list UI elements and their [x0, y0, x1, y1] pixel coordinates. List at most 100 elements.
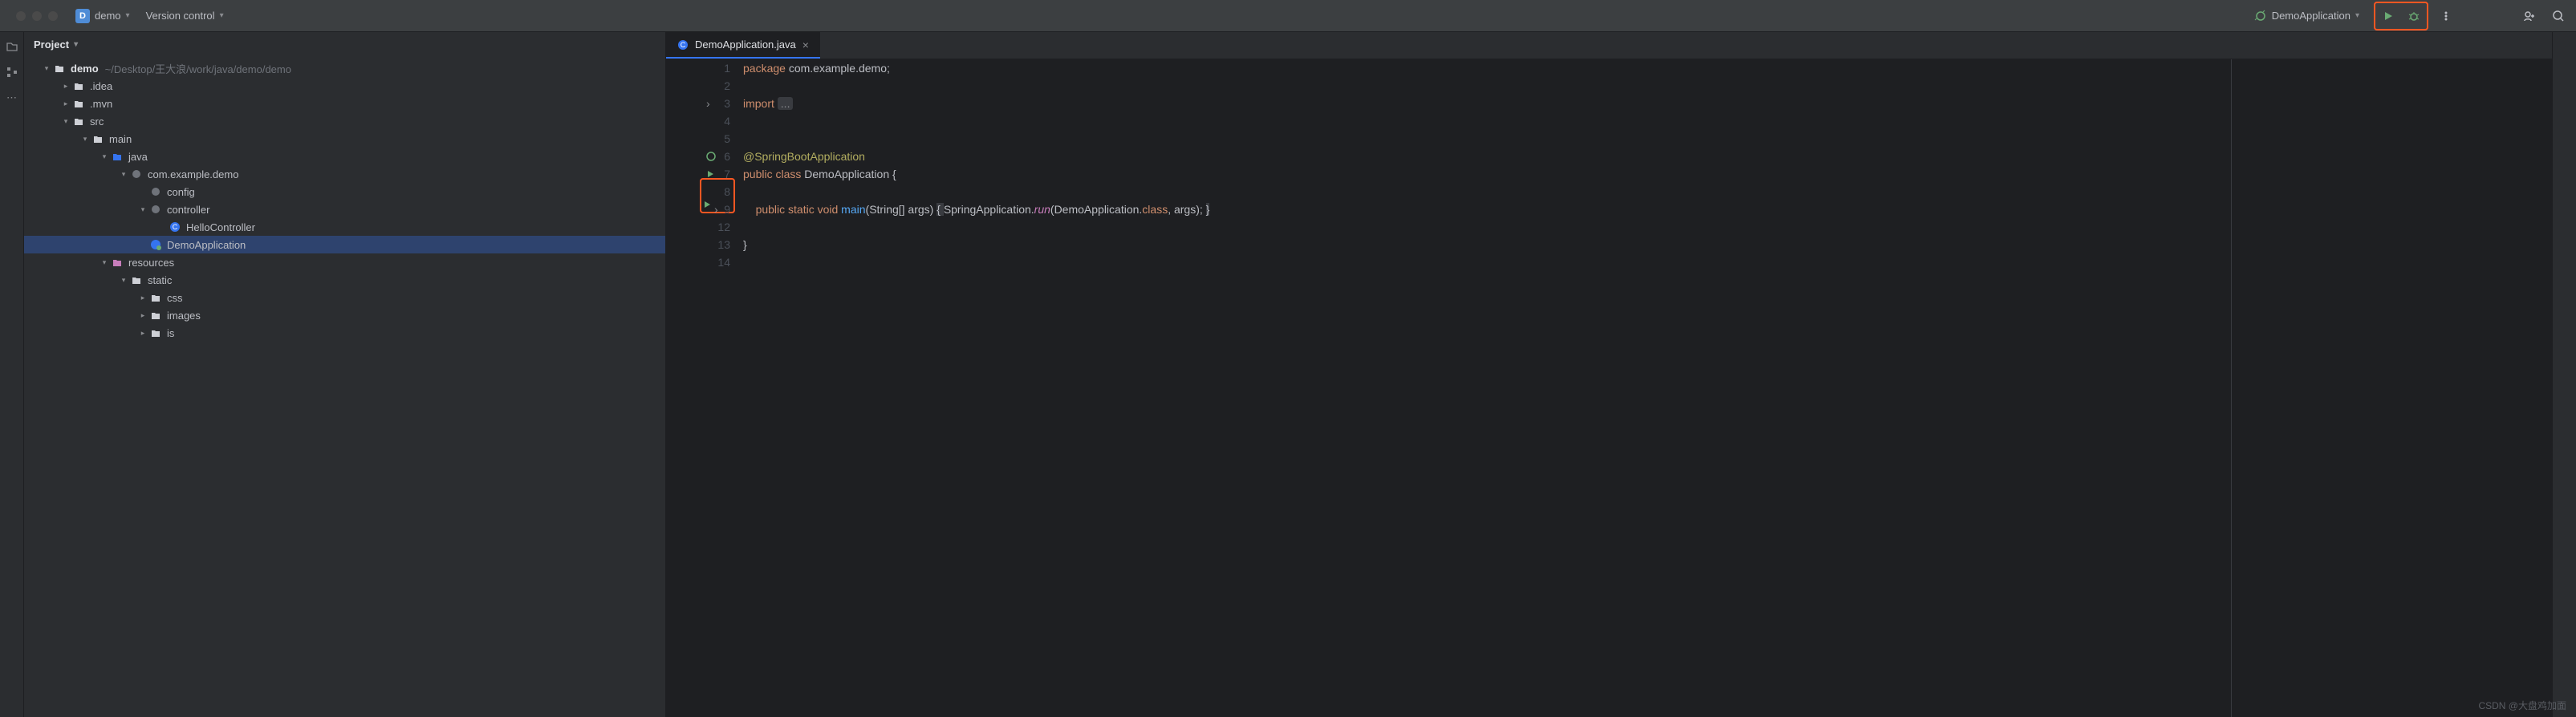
tree-label: main: [109, 133, 132, 145]
debug-button[interactable]: [2403, 5, 2425, 27]
tree-label: HelloController: [186, 221, 255, 233]
chevron-down-icon: ▾: [2355, 11, 2359, 20]
tree-arrow-icon[interactable]: ▸: [136, 329, 149, 338]
project-selector[interactable]: D demo ▾: [67, 6, 138, 26]
project-icon: [53, 62, 66, 75]
code-editor[interactable]: 1 2 ›3 4 5 6 7 8 ›9 12 13 14 package com…: [666, 59, 2552, 717]
tree-item-resources[interactable]: ▾resources: [24, 253, 665, 271]
more-tools-button[interactable]: ⋯: [4, 90, 20, 106]
line-number: 9: [724, 201, 730, 218]
window-controls: [6, 11, 67, 21]
editor-area: C DemoApplication.java × 1 2 ›3 4 5 6 7 …: [666, 32, 2552, 717]
run-class-icon[interactable]: [706, 170, 714, 178]
folder-icon: [149, 326, 162, 339]
right-tool-rail: [2552, 32, 2576, 717]
tree-item-static[interactable]: ▾ static: [24, 271, 665, 289]
tree-item-demoapplication[interactable]: DemoApplication: [24, 236, 665, 253]
svg-text:C: C: [681, 41, 686, 49]
tree-label: config: [167, 186, 195, 198]
sidebar-title: Project: [34, 38, 69, 51]
tree-arrow-icon[interactable]: ▸: [59, 82, 72, 91]
tree-item-controller[interactable]: ▾controller: [24, 201, 665, 218]
code-body[interactable]: package com.example.demo; import ... @Sp…: [738, 59, 2231, 717]
tree-item--idea[interactable]: ▸ .idea: [24, 77, 665, 95]
tree-arrow-icon[interactable]: ▾: [59, 117, 72, 126]
watermark: CSDN @大盘鸡加面: [2478, 699, 2566, 712]
tree-item-hellocontroller[interactable]: C HelloController: [24, 218, 665, 236]
bug-icon: [2407, 10, 2420, 22]
tree-item-main[interactable]: ▾ main: [24, 130, 665, 148]
line-number: 2: [724, 77, 730, 95]
run-main-icon[interactable]: ›: [703, 201, 718, 218]
project-tool-button[interactable]: [4, 38, 20, 55]
tree-arrow-icon[interactable]: ▸: [136, 311, 149, 320]
line-number: 13: [717, 236, 730, 253]
tree-item-images[interactable]: ▸ images: [24, 306, 665, 324]
tree-label: static: [148, 274, 172, 286]
tree-item-config[interactable]: config: [24, 183, 665, 201]
folder-icon: [130, 273, 143, 286]
line-number: 1: [724, 59, 730, 77]
run-config-icon: [2254, 10, 2267, 22]
tree-item-com-example-demo[interactable]: ▾com.example.demo: [24, 165, 665, 183]
source-folder-icon: [111, 150, 124, 163]
folder-icon: [72, 79, 85, 92]
tree-item-css[interactable]: ▸ css: [24, 289, 665, 306]
sidebar-header[interactable]: Project ▾: [24, 32, 665, 56]
tree-arrow-icon[interactable]: ▾: [117, 276, 130, 285]
tree-arrow-icon[interactable]: ▾: [98, 152, 111, 161]
tree-item-java[interactable]: ▾ java: [24, 148, 665, 165]
chevron-down-icon: ▾: [126, 11, 130, 20]
project-sidebar: Project ▾ ▾demo~/Desktop/王大浪/work/java/d…: [24, 32, 666, 717]
top-bar: D demo ▾ Version control ▾ DemoApplicati…: [0, 0, 2576, 32]
tree-arrow-icon[interactable]: ▾: [40, 64, 53, 73]
tree-arrow-icon[interactable]: ▸: [136, 294, 149, 302]
tree-arrow-icon[interactable]: ▸: [59, 99, 72, 108]
fold-icon[interactable]: ›: [706, 95, 710, 112]
tree-arrow-icon[interactable]: ▾: [98, 258, 111, 267]
class-icon: C: [169, 221, 181, 233]
package-icon: [149, 203, 162, 216]
version-control-label: Version control: [146, 10, 215, 22]
tree-item--mvn[interactable]: ▸.mvn: [24, 95, 665, 112]
close-icon[interactable]: ×: [802, 38, 809, 51]
run-config-selector[interactable]: DemoApplication ▾: [2246, 6, 2367, 26]
tree-label: java: [128, 151, 148, 163]
tree-item-is[interactable]: ▸is: [24, 324, 665, 342]
line-number: 3: [724, 95, 730, 112]
close-window[interactable]: [16, 11, 26, 21]
structure-tool-button[interactable]: [4, 64, 20, 80]
folder-icon: [72, 97, 85, 110]
tree-label: src: [90, 115, 104, 128]
editor-tabs: C DemoApplication.java ×: [666, 32, 2552, 59]
tree-arrow-icon[interactable]: ▾: [136, 205, 149, 214]
run-config-name: DemoApplication: [2272, 10, 2350, 22]
spring-bean-icon[interactable]: [706, 152, 716, 161]
maximize-window[interactable]: [48, 11, 58, 21]
search-button[interactable]: [2547, 5, 2570, 27]
ellipsis-icon: ⋯: [6, 91, 17, 104]
folder-icon: [91, 132, 104, 145]
more-actions-button[interactable]: [2435, 5, 2457, 27]
line-number: 7: [724, 165, 730, 183]
tree-arrow-icon[interactable]: ▾: [117, 170, 130, 179]
run-button[interactable]: [2377, 5, 2399, 27]
search-icon: [2552, 10, 2565, 22]
version-control-menu[interactable]: Version control ▾: [138, 6, 232, 25]
line-number: 12: [717, 218, 730, 236]
person-add-icon: [2523, 10, 2536, 22]
minimize-window[interactable]: [32, 11, 42, 21]
tab-label: DemoApplication.java: [695, 38, 796, 51]
resource-folder-icon: [111, 256, 124, 269]
tree-label: css: [167, 292, 183, 304]
tree-label: .idea: [90, 80, 112, 92]
tree-label: images: [167, 310, 201, 322]
folder-icon: [149, 309, 162, 322]
tree-item-demo[interactable]: ▾demo~/Desktop/王大浪/work/java/demo/demo: [24, 59, 665, 77]
package-icon: [149, 185, 162, 198]
spring-class-icon: C: [677, 39, 689, 51]
tab-demoapplication[interactable]: C DemoApplication.java ×: [666, 32, 820, 59]
code-with-me-button[interactable]: [2518, 5, 2541, 27]
tree-item-src[interactable]: ▾ src: [24, 112, 665, 130]
tree-arrow-icon[interactable]: ▾: [79, 135, 91, 144]
